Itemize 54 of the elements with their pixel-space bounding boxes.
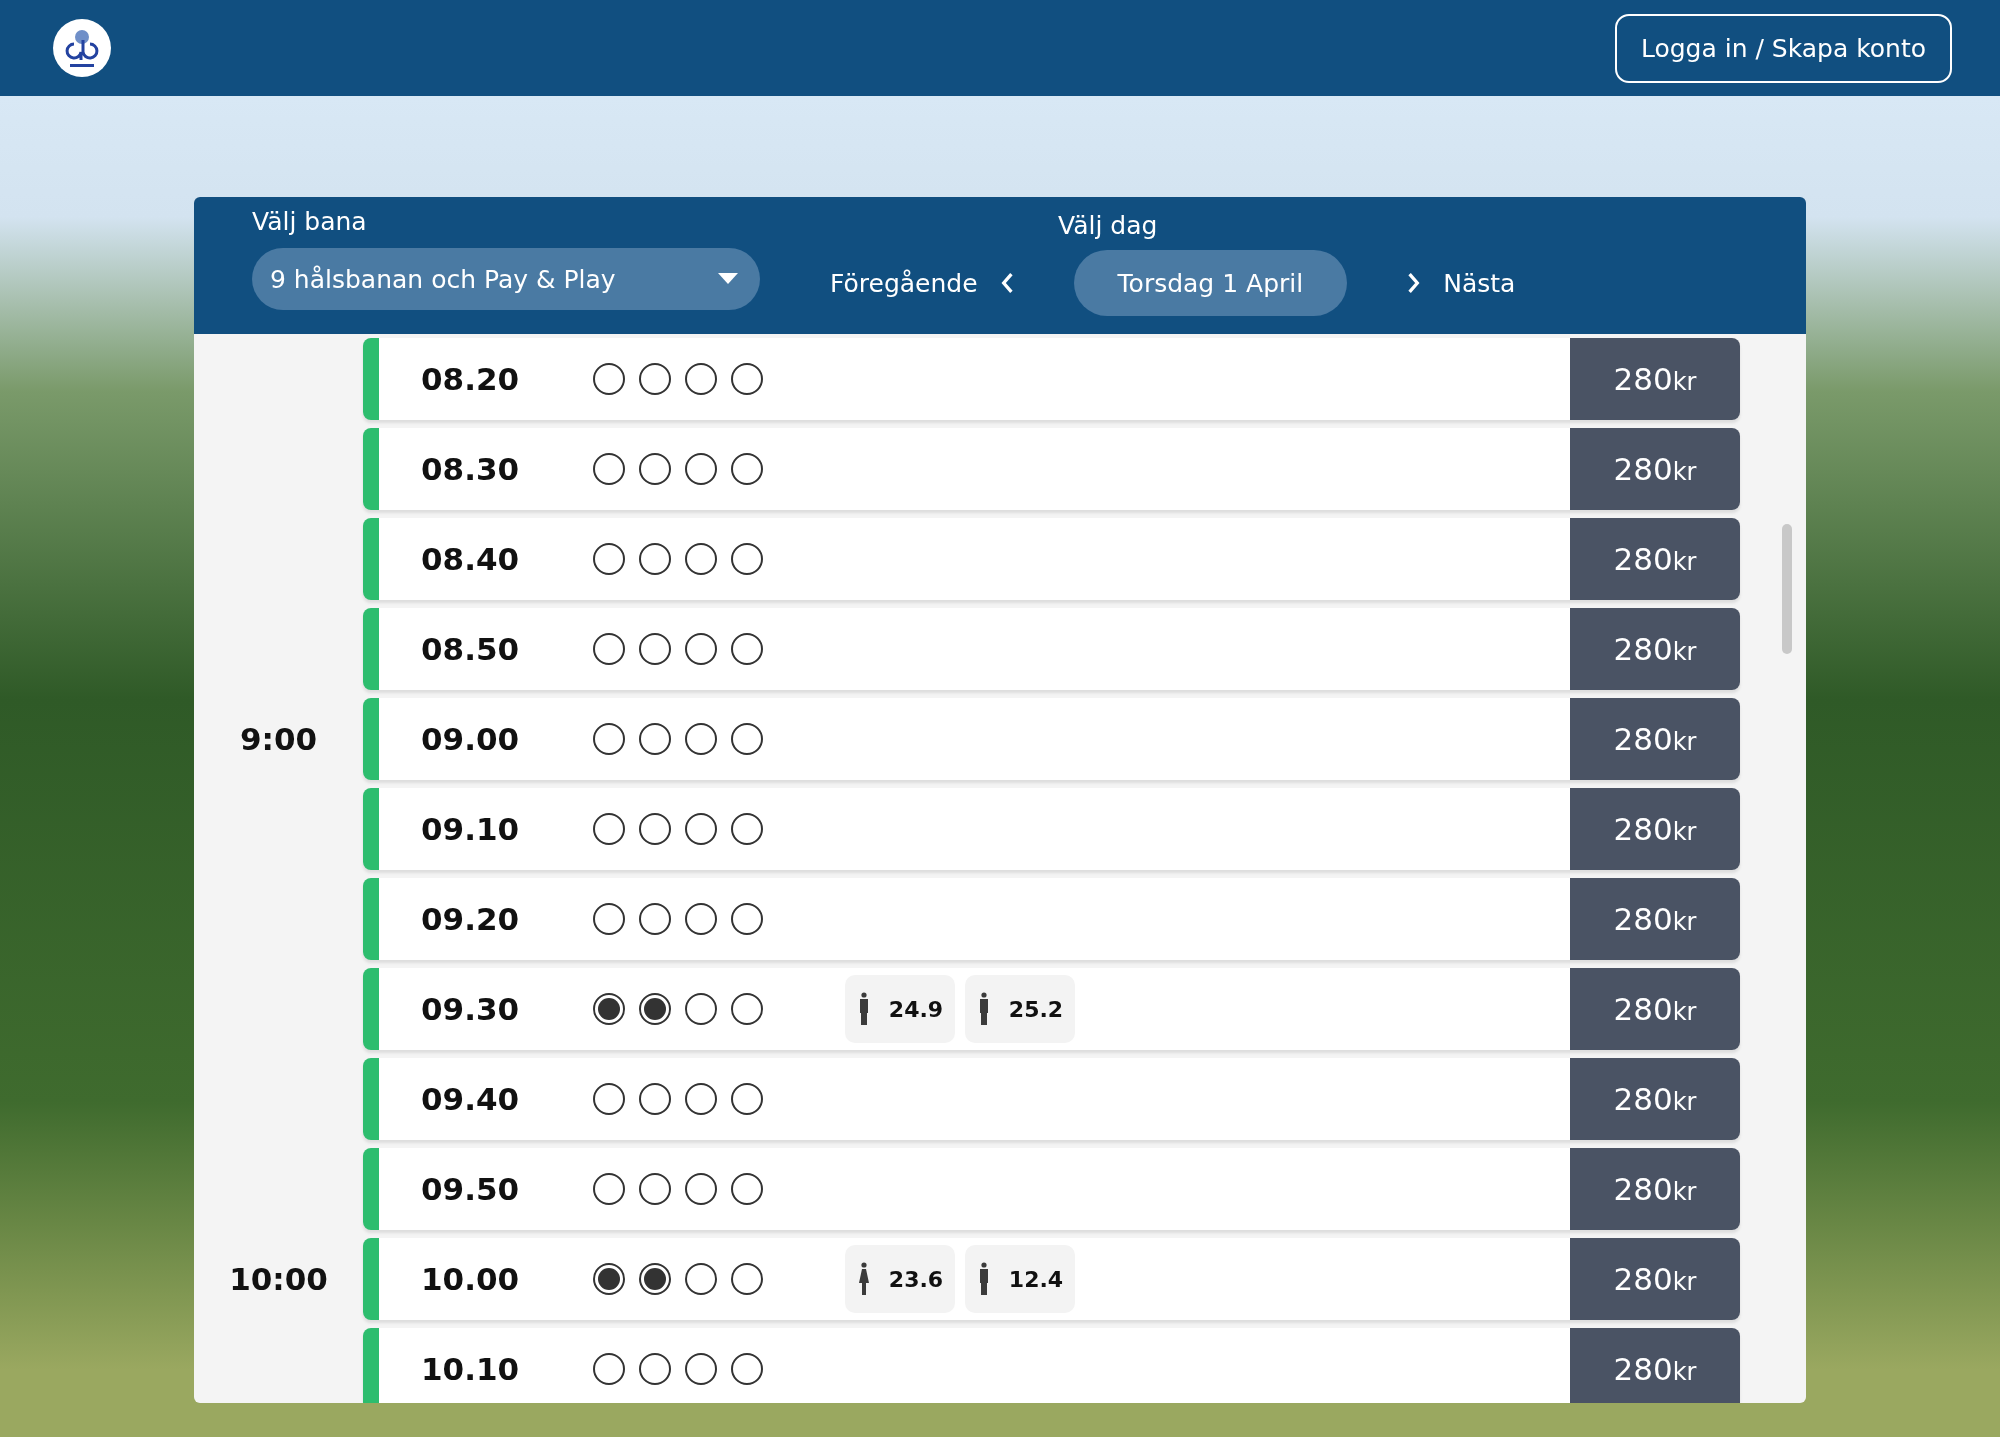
tee-time-row[interactable]: 09.40 280kr — [363, 1058, 1740, 1140]
tee-time-row[interactable]: 10.00 23.6 12.4 280kr — [363, 1238, 1740, 1320]
course-dropdown[interactable]: 9 hålsbanan och Pay & Play — [252, 248, 760, 310]
day-label: Välj dag — [1057, 211, 1159, 240]
tee-time-row[interactable]: 10.10 280kr — [363, 1328, 1740, 1403]
price-button[interactable]: 280kr — [1570, 338, 1740, 420]
price-button[interactable]: 280kr — [1570, 1058, 1740, 1140]
price-button[interactable]: 280kr — [1570, 968, 1740, 1050]
tee-time-row[interactable]: 09.50 280kr — [363, 1148, 1740, 1230]
course-label: Välj bana — [252, 207, 368, 236]
tee-time-row[interactable]: 09.00 280kr — [363, 698, 1740, 780]
price-button[interactable]: 280kr — [1570, 878, 1740, 960]
price-button[interactable]: 280kr — [1570, 698, 1740, 780]
previous-button[interactable]: Föregående — [830, 264, 1014, 302]
price-button[interactable]: 280kr — [1570, 1148, 1740, 1230]
date-button[interactable]: Torsdag 1 April — [1073, 250, 1348, 316]
tee-time: 09.30 — [420, 991, 521, 1027]
price-button[interactable]: 280kr — [1570, 428, 1740, 510]
tee-time: 08.50 — [420, 631, 521, 667]
caret-icon — [718, 273, 738, 285]
tee-time: 09.40 — [420, 1081, 521, 1117]
tee-time-row[interactable]: 08.40 280kr — [363, 518, 1740, 600]
hour-label: 10:00 — [229, 1261, 328, 1297]
price-button[interactable]: 280kr — [1570, 788, 1740, 870]
handicap-value: 23.6 — [888, 1266, 944, 1292]
logo-icon[interactable] — [52, 18, 112, 78]
tee-time-row[interactable]: 08.20 280kr — [363, 338, 1740, 420]
handicap-value: 25.2 — [1008, 996, 1064, 1022]
scrollbar[interactable] — [1782, 524, 1792, 654]
tee-time-row[interactable]: 09.20 280kr — [363, 878, 1740, 960]
price-button[interactable]: 280kr — [1570, 1328, 1740, 1403]
handicap-value: 24.9 — [888, 996, 944, 1022]
tee-time: 09.50 — [420, 1171, 521, 1207]
tee-time: 09.00 — [420, 721, 521, 757]
tee-time: 10.10 — [420, 1351, 521, 1387]
tee-time-row[interactable]: 08.50 280kr — [363, 608, 1740, 690]
tee-time: 08.30 — [420, 451, 521, 487]
price-button[interactable]: 280kr — [1570, 608, 1740, 690]
hour-label: 9:00 — [239, 721, 318, 757]
tee-time: 08.20 — [420, 361, 521, 397]
tee-time-row[interactable]: 09.30 24.9 25.2 280kr — [363, 968, 1740, 1050]
price-button[interactable]: 280kr — [1570, 1238, 1740, 1320]
handicap-value: 12.4 — [1008, 1266, 1064, 1292]
tee-time-row[interactable]: 09.10 280kr — [363, 788, 1740, 870]
tee-time: 09.20 — [420, 901, 521, 937]
chevron-left-icon — [999, 272, 1014, 294]
next-button[interactable]: Nästa — [1407, 264, 1516, 302]
chevron-right-icon — [1407, 272, 1422, 294]
tee-time: 09.10 — [420, 811, 521, 847]
price-button[interactable]: 280kr — [1570, 518, 1740, 600]
tee-time: 10.00 — [420, 1261, 521, 1297]
tee-time: 08.40 — [420, 541, 521, 577]
tee-time-row[interactable]: 08.30 280kr — [363, 428, 1740, 510]
login-button[interactable]: Logga in / Skapa konto — [1614, 13, 1952, 83]
